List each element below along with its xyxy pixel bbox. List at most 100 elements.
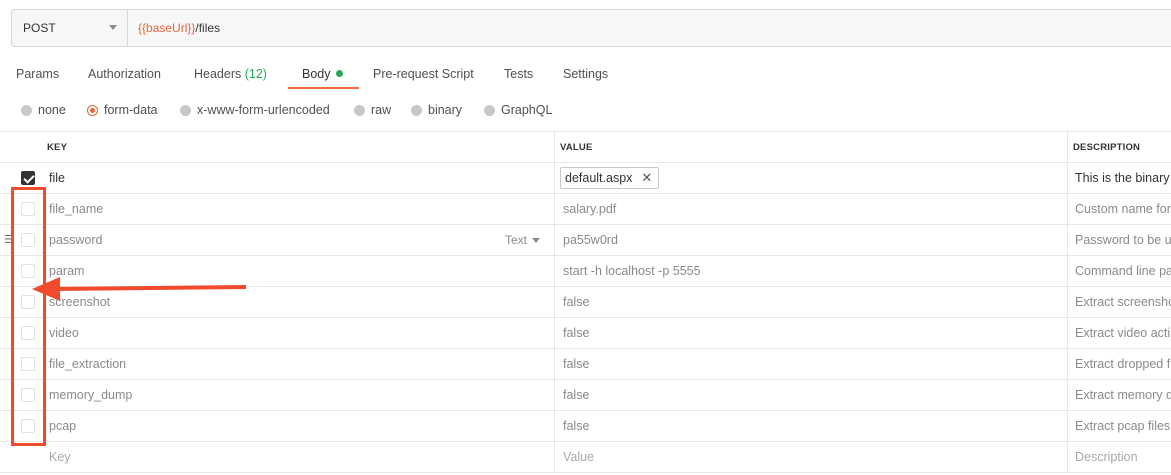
file-chip-label: default.aspx	[565, 171, 633, 185]
row-enabled-checkbox[interactable]	[21, 419, 35, 433]
url-bar: POST {{baseUrl}}/files	[11, 9, 1171, 47]
row-key[interactable]: screenshot	[49, 287, 549, 317]
mode-none[interactable]: none	[21, 103, 66, 117]
row-enabled-checkbox[interactable]	[21, 357, 35, 371]
row-enabled-checkbox[interactable]	[21, 326, 35, 340]
method-select[interactable]: POST	[12, 10, 128, 46]
row-enabled-checkbox[interactable]	[21, 295, 35, 309]
new-row: Key Value Description	[0, 442, 1171, 473]
row-key[interactable]: memory_dump	[49, 380, 549, 410]
row-description[interactable]: Command line pa	[1075, 256, 1171, 286]
file-chip: default.aspx ✕	[560, 167, 660, 189]
row-value[interactable]: false	[563, 287, 1063, 317]
radio-icon	[354, 104, 365, 116]
mode-graphql[interactable]: GraphQL	[484, 103, 552, 117]
new-value-input[interactable]: Value	[563, 442, 1063, 472]
mode-label: raw	[371, 103, 392, 117]
table-header: KEY VALUE DESCRIPTION	[0, 131, 1171, 163]
header-value: VALUE	[560, 141, 593, 153]
radio-icon	[180, 104, 191, 116]
row-enabled-checkbox[interactable]	[21, 202, 35, 216]
mode-binary[interactable]: binary	[411, 103, 462, 117]
tab-label: Authorization	[88, 67, 161, 81]
tab-label: Body	[302, 67, 331, 81]
mode-raw[interactable]: raw	[354, 103, 391, 117]
close-icon[interactable]: ✕	[641, 170, 652, 186]
row-description[interactable]: Extract memory d	[1075, 380, 1171, 410]
table-row: file default.aspx ✕ This is the binary	[0, 163, 1171, 194]
row-value[interactable]: false	[563, 380, 1063, 410]
new-key-input[interactable]: Key	[49, 442, 549, 472]
headers-count: (12)	[244, 67, 267, 81]
row-description[interactable]: Extract screensho	[1075, 287, 1171, 317]
chevron-down-icon	[109, 25, 117, 30]
drag-handle-icon[interactable]: ☰	[4, 235, 14, 246]
tab-label: Tests	[504, 67, 534, 81]
active-tab-underline	[288, 87, 359, 89]
tab-label: Headers	[194, 67, 242, 81]
url-input[interactable]: {{baseUrl}}/files	[138, 10, 220, 46]
row-description[interactable]: Custom name for	[1075, 194, 1171, 224]
tab-settings[interactable]: Settings	[563, 62, 608, 90]
new-description-input[interactable]: Description	[1075, 442, 1171, 472]
row-key[interactable]: file_name	[49, 194, 549, 224]
table-row: ☰ password Text pa55w0rd Password to be …	[0, 225, 1171, 256]
row-description[interactable]: This is the binary	[1075, 163, 1171, 193]
row-enabled-checkbox[interactable]	[21, 388, 35, 402]
row-value[interactable]: false	[563, 349, 1063, 379]
row-key[interactable]: file_extraction	[49, 349, 549, 379]
radio-icon	[21, 104, 32, 116]
row-value[interactable]: pa55w0rd	[563, 225, 1063, 255]
tab-params[interactable]: Params	[16, 62, 59, 90]
mode-label: none	[38, 103, 66, 117]
row-key[interactable]: pcap	[49, 411, 549, 441]
row-enabled-checkbox[interactable]	[21, 264, 35, 278]
method-label: POST	[23, 21, 56, 35]
row-value[interactable]: salary.pdf	[563, 194, 1063, 224]
type-label: Text	[505, 233, 528, 247]
row-enabled-checkbox[interactable]	[21, 233, 35, 247]
chevron-down-icon	[532, 237, 541, 243]
table-row: screenshot false Extract screensho	[0, 287, 1171, 318]
mode-label: binary	[428, 103, 463, 117]
table-row: file_extraction false Extract dropped f	[0, 349, 1171, 380]
url-path: /files	[195, 21, 221, 35]
table-row: memory_dump false Extract memory d	[0, 380, 1171, 411]
tab-body[interactable]: Body	[302, 62, 343, 90]
tab-label: Pre-request Script	[373, 67, 474, 81]
tab-tests[interactable]: Tests	[504, 62, 533, 90]
tab-authorization[interactable]: Authorization	[88, 62, 161, 90]
type-select[interactable]: Text	[505, 225, 541, 255]
tab-pre-request-script[interactable]: Pre-request Script	[373, 62, 474, 90]
row-description[interactable]: Password to be u	[1075, 225, 1171, 255]
mode-label: form-data	[104, 103, 158, 117]
body-indicator-dot	[335, 70, 343, 77]
row-description[interactable]: Extract pcap files	[1075, 411, 1171, 441]
url-variable: {{baseUrl}}	[138, 21, 196, 35]
row-enabled-checkbox[interactable]	[21, 171, 35, 185]
row-key[interactable]: password	[49, 225, 549, 255]
mode-label: GraphQL	[501, 103, 553, 117]
radio-selected-icon	[87, 104, 98, 116]
row-key[interactable]: param	[49, 256, 549, 286]
tab-headers[interactable]: Headers (12)	[194, 62, 267, 90]
header-key: KEY	[47, 141, 68, 153]
row-key[interactable]: video	[49, 318, 549, 348]
row-description[interactable]: Extract dropped f	[1075, 349, 1171, 379]
row-value[interactable]: default.aspx ✕	[560, 163, 1060, 193]
row-key[interactable]: file	[49, 163, 549, 193]
table-row: file_name salary.pdf Custom name for	[0, 194, 1171, 225]
table-row: param start -h localhost -p 5555 Command…	[0, 256, 1171, 287]
radio-icon	[484, 104, 495, 116]
row-value[interactable]: start -h localhost -p 5555	[563, 256, 1063, 286]
tab-label: Params	[16, 67, 60, 81]
mode-label: x-www-form-urlencoded	[197, 103, 330, 117]
row-value[interactable]: false	[563, 411, 1063, 441]
mode-form-data[interactable]: form-data	[87, 103, 158, 117]
mode-x-www-form-urlencoded[interactable]: x-www-form-urlencoded	[180, 103, 330, 117]
tab-label: Settings	[563, 67, 609, 81]
table-row: video false Extract video acti	[0, 318, 1171, 349]
header-description: DESCRIPTION	[1073, 141, 1141, 153]
row-description[interactable]: Extract video acti	[1075, 318, 1171, 348]
row-value[interactable]: false	[563, 318, 1063, 348]
